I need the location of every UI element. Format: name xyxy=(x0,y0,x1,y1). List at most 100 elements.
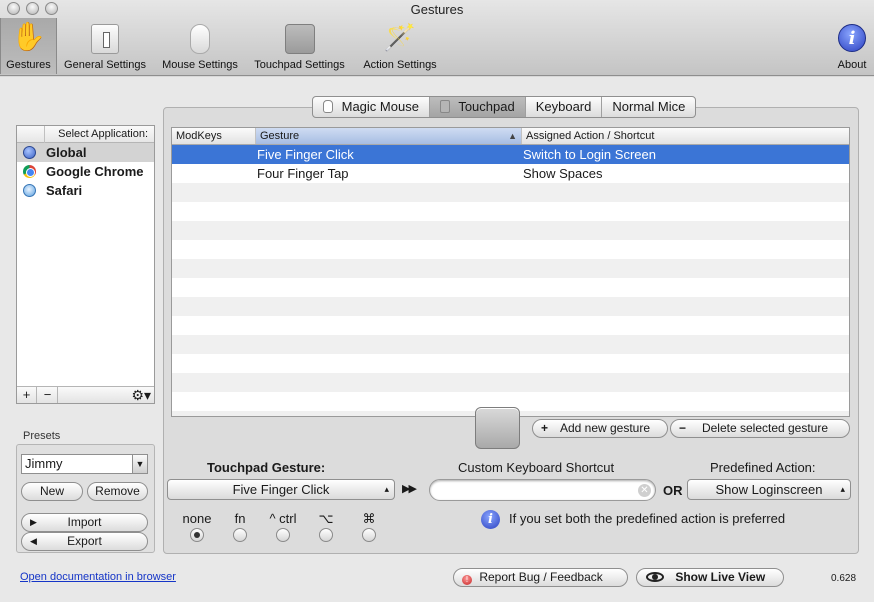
empty-row xyxy=(172,240,849,259)
add-gesture-button[interactable]: + Add new gesture xyxy=(532,419,668,438)
application-list: Select Application: Global Google Chrome… xyxy=(16,125,155,404)
import-preset-button[interactable]: ▶ Import xyxy=(21,513,148,532)
empty-row xyxy=(172,297,849,316)
touchpad-gesture-label: Touchpad Gesture: xyxy=(207,460,326,475)
column-header-modkeys[interactable]: ModKeys xyxy=(172,128,256,144)
minus-icon: − xyxy=(679,421,687,435)
gear-menu-button[interactable]: ⚙▾ xyxy=(131,387,151,403)
globe-icon xyxy=(23,146,36,159)
modifier-radio-none[interactable] xyxy=(190,528,204,542)
column-header-gesture[interactable]: Gesture ▲ xyxy=(256,128,522,144)
modifier-label-none: none xyxy=(182,511,212,526)
toolbar-about[interactable]: i About xyxy=(830,18,874,74)
version-label: 0.628 xyxy=(831,573,857,584)
modifier-label-fn: fn xyxy=(234,511,246,526)
app-item-safari[interactable]: Safari xyxy=(17,181,154,200)
tab-magic-mouse[interactable]: Magic Mouse xyxy=(313,97,430,117)
magic-mouse-icon xyxy=(323,100,333,113)
chevron-down-icon: ▼ xyxy=(132,455,147,473)
open-documentation-link[interactable]: Open documentation in browser xyxy=(20,571,176,583)
play-icon: ▶ xyxy=(30,517,37,527)
info-text: If you set both the predefined action is… xyxy=(509,511,786,526)
add-application-button[interactable]: + xyxy=(17,387,37,403)
clear-icon[interactable]: ✕ xyxy=(638,484,651,497)
info-icon: i xyxy=(481,510,500,529)
show-live-view-button[interactable]: Show Live View xyxy=(636,568,784,587)
toolbar-gestures-label: Gestures xyxy=(6,59,51,71)
application-list-footer: + − ⚙▾ xyxy=(17,386,154,403)
empty-row xyxy=(172,354,849,373)
toolbar-touchpad-settings[interactable]: Touchpad Settings xyxy=(248,18,351,74)
export-label: Export xyxy=(67,534,102,548)
cell-action: Show Spaces xyxy=(523,166,603,181)
plus-icon: + xyxy=(541,421,549,435)
show-live-view-label: Show Live View xyxy=(675,570,766,584)
toolbar-mouse-settings[interactable]: Mouse Settings xyxy=(155,18,245,74)
table-row[interactable]: Five Finger Click Switch to Login Screen xyxy=(172,145,849,164)
empty-row xyxy=(172,183,849,202)
gesture-table: ModKeys Gesture ▲ Assigned Action / Shor… xyxy=(171,127,850,417)
new-preset-button[interactable]: New xyxy=(21,482,83,501)
preset-select[interactable]: Jimmy ▼ xyxy=(21,454,148,474)
modifier-radio-option[interactable] xyxy=(319,528,333,542)
table-header: ModKeys Gesture ▲ Assigned Action / Shor… xyxy=(172,128,849,145)
remove-application-button[interactable]: − xyxy=(38,387,58,403)
add-gesture-label: Add new gesture xyxy=(559,421,651,435)
cell-gesture: Four Finger Tap xyxy=(257,166,349,181)
app-item-google-chrome[interactable]: Google Chrome xyxy=(17,162,154,181)
empty-row xyxy=(172,202,849,221)
gesture-select[interactable]: Five Finger Click ▴ xyxy=(167,479,395,500)
modifier-radio-ctrl[interactable] xyxy=(276,528,290,542)
main-content: Select Application: Global Google Chrome… xyxy=(0,77,874,602)
toolbar-action-settings[interactable]: 🪄 Action Settings xyxy=(356,18,444,74)
updown-arrows-icon: ▴ xyxy=(840,484,845,494)
touchpad-icon xyxy=(284,24,315,54)
tab-touchpad[interactable]: Touchpad xyxy=(429,97,526,117)
modifier-label-ctrl: ^ ctrl xyxy=(269,511,297,526)
report-bug-button[interactable]: ! Report Bug / Feedback xyxy=(453,568,628,587)
or-label: OR xyxy=(663,483,683,498)
preset-select-value: Jimmy xyxy=(25,456,63,471)
application-list-header-label: Select Application: xyxy=(58,128,148,140)
sort-ascending-icon: ▲ xyxy=(508,131,517,141)
cell-action: Switch to Login Screen xyxy=(523,147,656,162)
window-title: Gestures xyxy=(410,2,464,17)
tab-label: Touchpad xyxy=(458,99,515,114)
updown-arrows-icon: ▴ xyxy=(384,484,389,494)
tab-label: Normal Mice xyxy=(612,99,686,114)
tab-label: Magic Mouse xyxy=(341,99,419,114)
eye-icon xyxy=(646,572,664,582)
column-header-gesture-label: Gesture xyxy=(260,130,300,142)
table-row[interactable]: Four Finger Tap Show Spaces xyxy=(172,164,849,183)
toolbar-touchpad-settings-label: Touchpad Settings xyxy=(254,59,345,71)
toolbar-general-settings[interactable]: General Settings xyxy=(58,18,152,74)
shortcut-input[interactable]: ✕ xyxy=(429,479,656,501)
touchpad-icon xyxy=(439,100,450,113)
presets-label: Presets xyxy=(23,430,61,442)
empty-row xyxy=(172,335,849,354)
app-item-global[interactable]: Global xyxy=(17,143,154,162)
remove-preset-button[interactable]: Remove xyxy=(87,482,148,501)
empty-row xyxy=(172,316,849,335)
empty-row xyxy=(172,259,849,278)
toolbar-gestures[interactable]: ✋ Gestures xyxy=(0,18,57,74)
column-divider xyxy=(44,126,45,143)
import-label: Import xyxy=(67,515,102,529)
device-tabs: Magic Mouse Touchpad Keyboard Normal Mic… xyxy=(312,96,697,118)
modifier-radio-fn[interactable] xyxy=(233,528,247,542)
export-preset-button[interactable]: ◀ Export xyxy=(21,532,148,551)
tab-keyboard[interactable]: Keyboard xyxy=(526,97,603,117)
alert-icon: ! xyxy=(462,575,472,585)
app-item-label: Safari xyxy=(46,183,83,198)
gesture-record-button[interactable] xyxy=(475,407,520,449)
tab-normal-mice[interactable]: Normal Mice xyxy=(602,97,695,117)
table-body: Five Finger Click Switch to Login Screen… xyxy=(172,145,849,416)
predefined-action-select[interactable]: Show Loginscreen ▴ xyxy=(687,479,851,500)
switch-icon xyxy=(91,24,119,54)
modifier-radio-command[interactable] xyxy=(362,528,376,542)
arrow-icon: ▶▶ xyxy=(402,483,417,495)
delete-gesture-button[interactable]: − Delete selected gesture xyxy=(670,419,850,438)
empty-row xyxy=(172,221,849,240)
custom-shortcut-label: Custom Keyboard Shortcut xyxy=(458,460,615,475)
column-header-action[interactable]: Assigned Action / Shortcut xyxy=(522,128,849,144)
